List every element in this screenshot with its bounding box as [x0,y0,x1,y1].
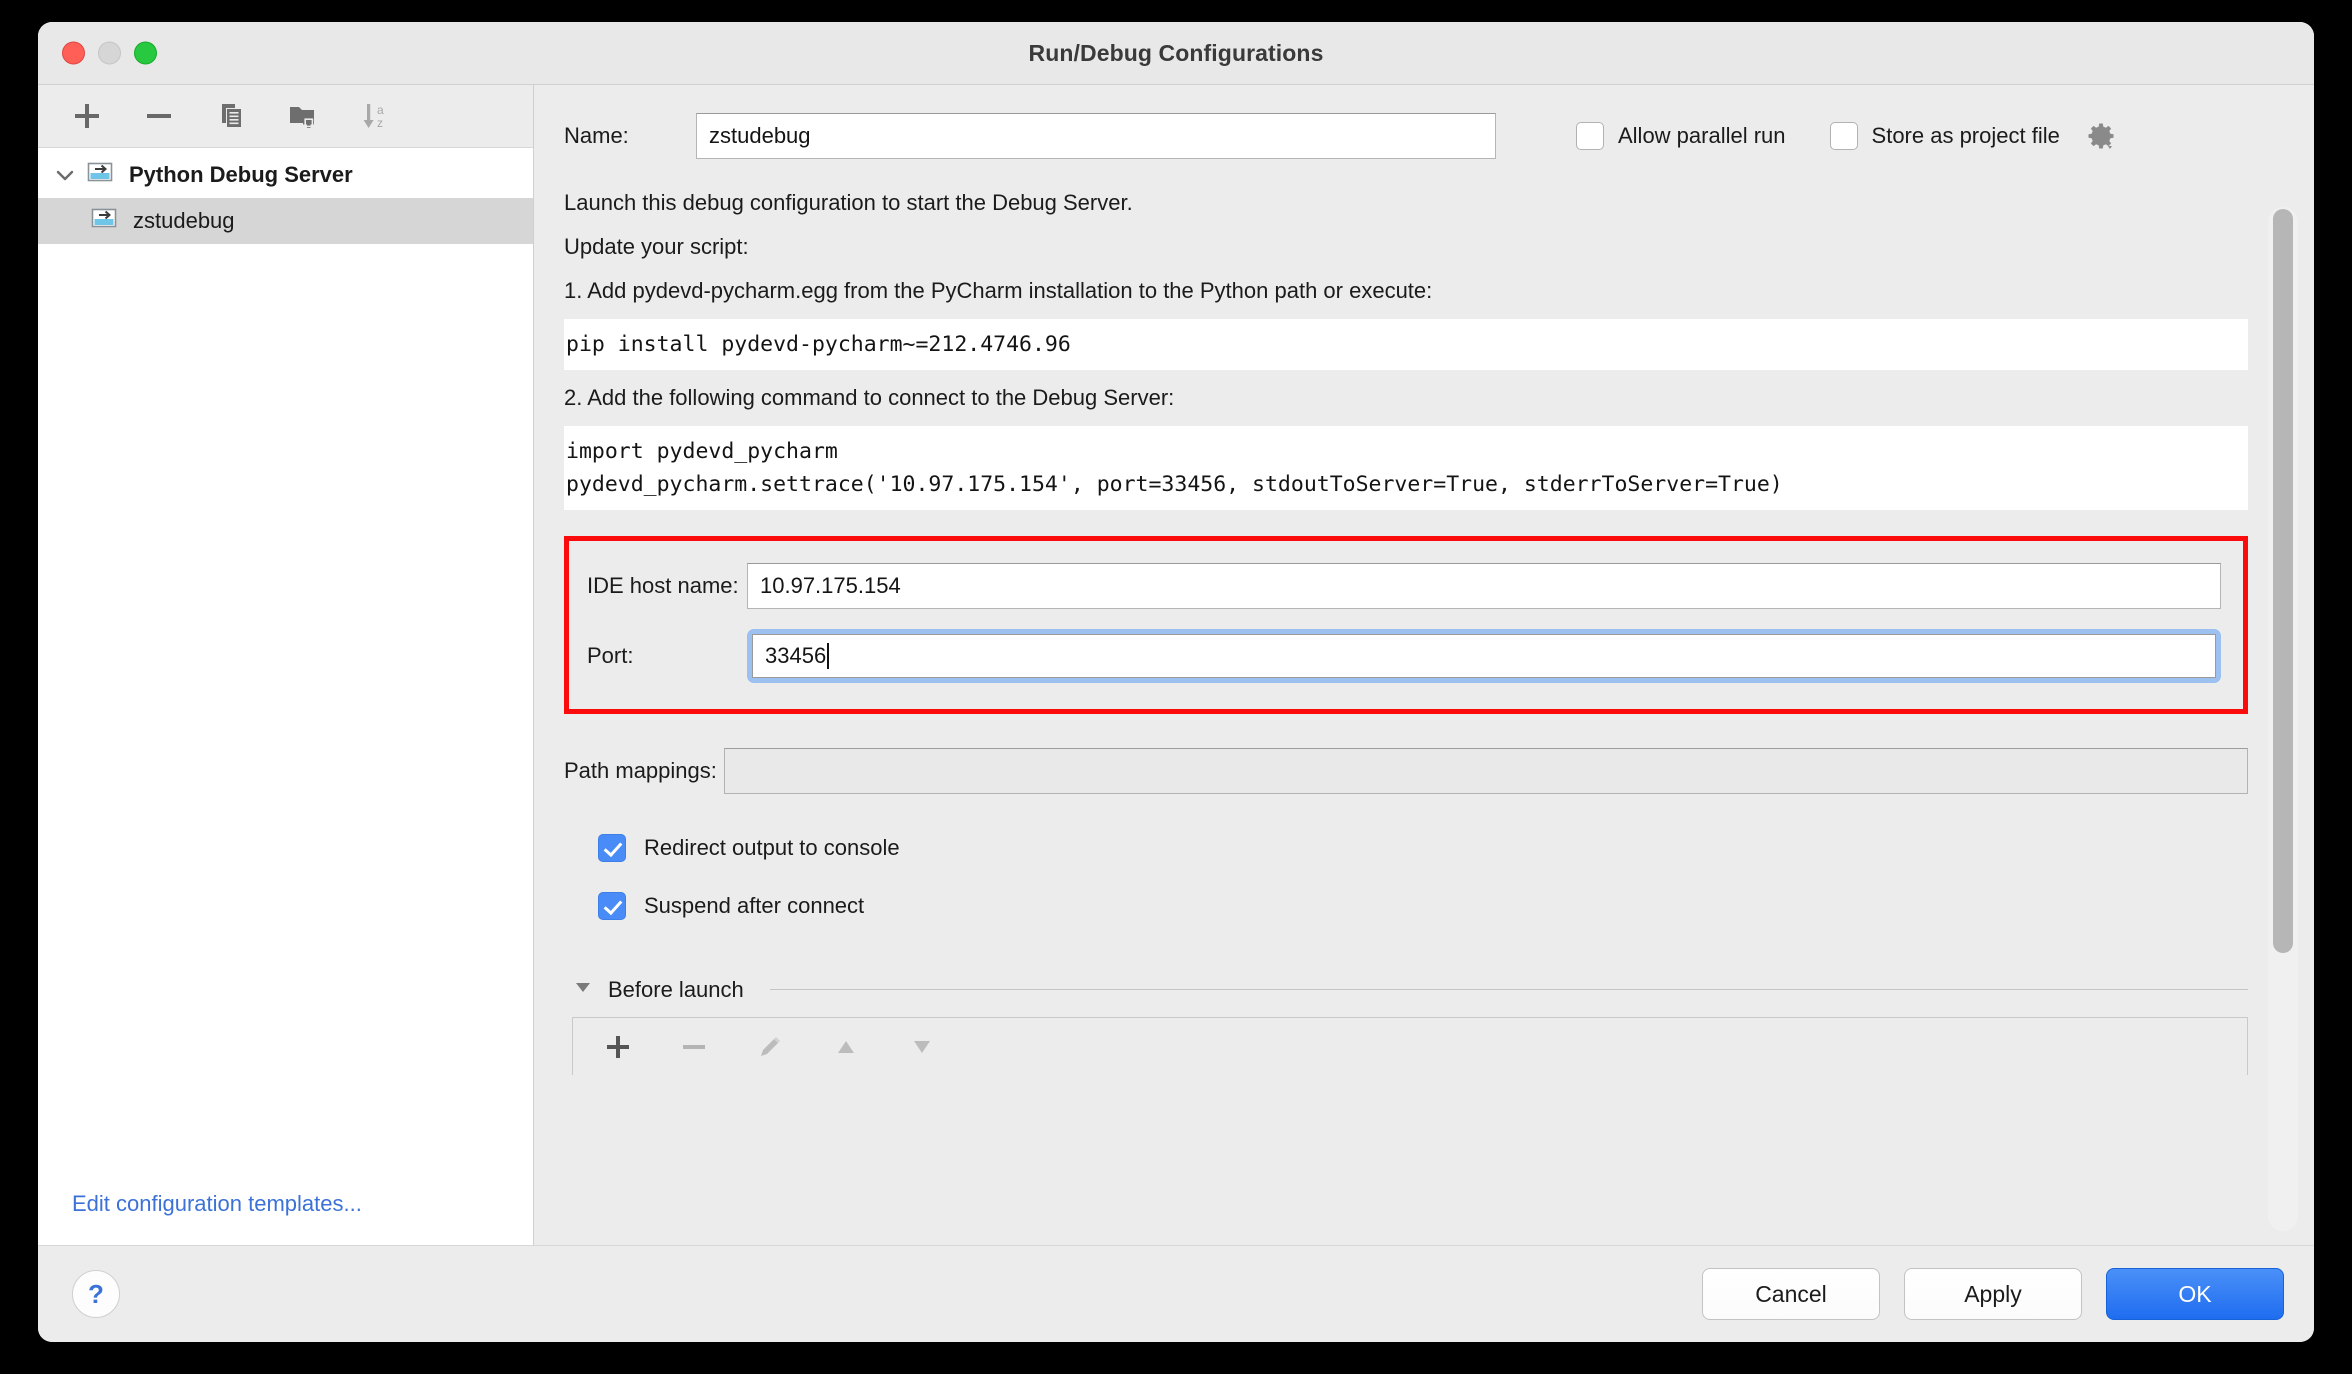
sort-alphabetically-button[interactable]: a z [352,93,398,139]
screen: Run/Debug Configurations a z Python Debu… [0,0,2352,1374]
before-launch-title: Before launch [608,976,744,1002]
run-debug-configurations-dialog: Run/Debug Configurations a z Python Debu… [38,22,2314,1342]
store-as-project-file-label: Store as project file [1871,123,2060,148]
before-launch-toolbar [572,1017,2248,1075]
info-line-4: 2. Add the following command to connect … [564,385,1175,410]
svg-text:a: a [377,103,384,117]
info-line-1: Launch this debug configuration to start… [564,190,1133,215]
redirect-output-checkbox[interactable]: Redirect output to console [598,834,2248,862]
zoom-window-button[interactable] [134,41,157,65]
apply-button[interactable]: Apply [1904,1268,2082,1320]
minimize-window-button[interactable] [98,41,121,65]
chevron-down-icon[interactable] [52,162,78,188]
triangle-up-icon [838,1040,854,1053]
python-debug-server-icon [86,162,116,188]
checkbox-box [598,892,626,920]
ide-host-name-row: IDE host name: 10.97.175.154 [587,563,2221,609]
plus-icon [607,1035,629,1058]
before-launch-add-button[interactable] [595,1024,641,1070]
sort-az-icon: a z [363,103,384,130]
before-launch-move-down-button [899,1024,945,1070]
settrace-line-2: pydevd_pycharm.settrace('10.97.175.154',… [566,472,1783,497]
plus-icon [75,104,99,128]
details-scrollbar[interactable] [2268,207,2298,1231]
info-line-3: 1. Add pydevd-pycharm.egg from the PyCha… [564,278,1433,303]
window-title: Run/Debug Configurations [1028,39,1324,66]
ide-host-name-label: IDE host name: [587,573,739,598]
close-window-button[interactable] [62,41,85,65]
dialog-footer: ? Cancel Apply OK [38,1245,2314,1342]
scrollbar-thumb[interactable] [2273,209,2293,953]
path-mappings-input[interactable] [724,748,2248,794]
path-mappings-label: Path mappings: [564,758,717,783]
section-divider [769,989,2248,990]
python-debug-server-icon [90,208,120,234]
before-launch-move-up-button [823,1024,869,1070]
checkbox-box [1576,122,1604,150]
ok-button[interactable]: OK [2106,1268,2284,1320]
port-input-value: 33456 [765,643,827,668]
before-launch-edit-button [747,1024,793,1070]
tree-item-zstudebug[interactable]: zstudebug [38,198,533,244]
allow-parallel-run-label: Allow parallel run [1618,123,1786,148]
cancel-button[interactable]: Cancel [1702,1268,1880,1320]
minus-icon [683,1044,705,1049]
configurations-tree[interactable]: Python Debug Server zstudebug [38,148,533,1191]
copy-configuration-button[interactable] [208,93,254,139]
configurations-toolbar: a z [38,85,533,148]
checkbox-box [1829,122,1858,150]
configuration-details-panel: Name: zstudebug Allow parallel run Store… [534,85,2314,1245]
configurations-panel: a z Python Debug Server zstudebug Edit c… [38,85,534,1245]
triangle-down-icon[interactable] [572,976,594,1003]
port-focus-ring: 33456 [747,629,2221,683]
info-line-2: Update your script: [564,234,749,259]
top-options: Allow parallel run Store as project file [1576,121,2116,151]
details-scroll-area: Launch this debug configuration to start… [534,181,2314,1245]
port-label: Port: [587,643,634,668]
traffic-light-buttons [62,41,157,65]
path-mappings-row: Path mappings: [564,748,2248,794]
settrace-code-block[interactable]: import pydevd_pycharm pydevd_pycharm.set… [564,426,2248,510]
connection-settings-highlight: IDE host name: 10.97.175.154 Port: 33456 [564,536,2248,714]
name-input[interactable]: zstudebug [696,113,1496,159]
new-folder-button[interactable] [280,93,326,139]
tree-item-label: zstudebug [133,208,235,233]
svg-text:z: z [377,116,383,130]
title-bar: Run/Debug Configurations [38,22,2314,85]
pip-install-code-block[interactable]: pip install pydevd-pycharm~=212.4746.96 [564,319,2248,370]
name-label: Name: [564,123,629,148]
tree-item-label: Python Debug Server [129,162,353,187]
text-caret [827,643,830,669]
add-configuration-button[interactable] [64,93,110,139]
pencil-icon [761,1036,780,1056]
port-row: Port: 33456 [587,629,2221,683]
output-options: Redirect output to console Suspend after… [564,834,2248,920]
checkbox-box [598,834,626,862]
before-launch-remove-button [671,1024,717,1070]
before-launch-header[interactable]: Before launch [564,976,2248,1003]
settrace-line-1: import pydevd_pycharm [566,439,838,464]
dialog-body: a z Python Debug Server zstudebug Edit c… [38,85,2314,1245]
name-row: Name: zstudebug Allow parallel run Store… [534,85,2314,181]
triangle-down-icon [914,1040,930,1053]
tree-item-python-debug-server[interactable]: Python Debug Server [38,152,533,198]
gear-icon[interactable] [2086,121,2116,151]
edit-configuration-templates-link[interactable]: Edit configuration templates... [38,1191,533,1245]
copy-icon [222,104,241,127]
suspend-after-connect-checkbox[interactable]: Suspend after connect [598,892,2248,920]
remove-configuration-button[interactable] [136,93,182,139]
ide-host-name-input[interactable]: 10.97.175.154 [747,563,2221,609]
minus-icon [147,114,171,118]
new-folder-icon [290,107,314,128]
allow-parallel-run-checkbox[interactable]: Allow parallel run [1576,122,1786,150]
redirect-output-label: Redirect output to console [644,835,900,860]
help-button[interactable]: ? [72,1270,120,1318]
store-as-project-file-checkbox[interactable]: Store as project file [1829,121,2116,151]
suspend-after-connect-label: Suspend after connect [644,893,865,918]
port-input[interactable]: 33456 [752,634,2216,678]
